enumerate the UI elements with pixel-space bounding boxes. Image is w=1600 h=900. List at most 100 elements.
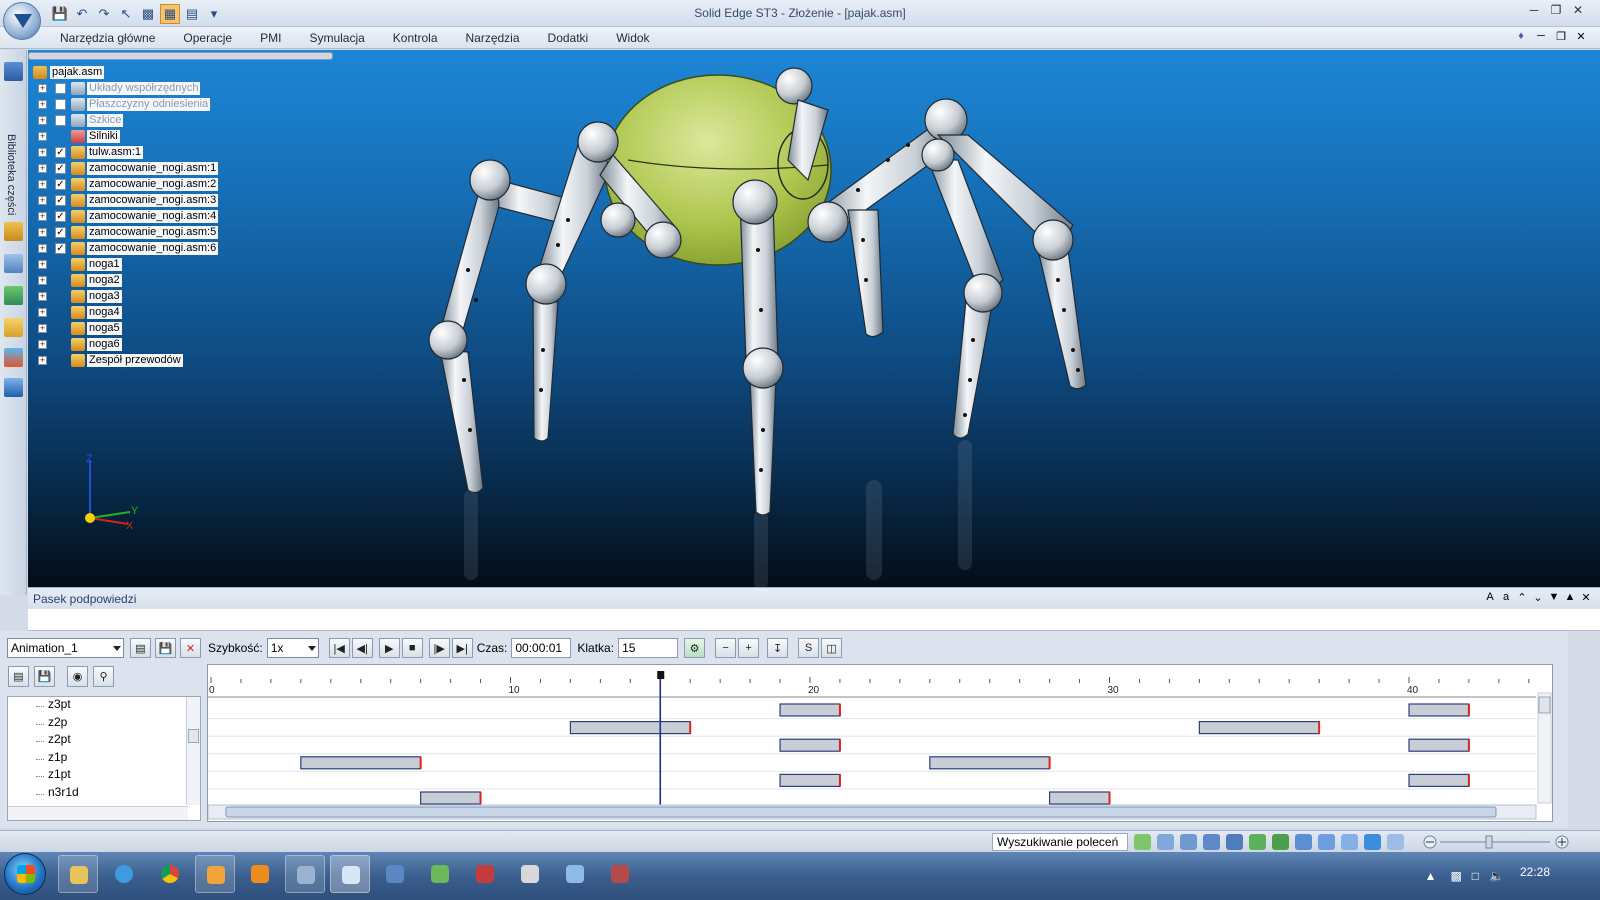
power-icon[interactable]: □ (1472, 869, 1479, 883)
volume-muted-icon[interactable]: 🔈 (1489, 869, 1504, 883)
go-to-end-icon[interactable]: ▶| (451, 638, 473, 658)
shaded-icon[interactable] (1364, 834, 1381, 850)
taskbar-clock[interactable]: 22:28 (1520, 865, 1550, 879)
motion-path-icon[interactable]: S (798, 638, 820, 658)
track-list-vscroll[interactable] (186, 697, 200, 805)
tree-root[interactable]: pajak.asm (32, 64, 218, 80)
tab-dodatki[interactable]: Dodatki (548, 31, 589, 45)
zoom-out-timeline-icon[interactable]: − (715, 638, 737, 658)
parts-library-tab[interactable]: Biblioteka części (5, 134, 17, 215)
visibility-checkbox[interactable]: ✓ (55, 162, 66, 174)
tree-item[interactable]: + Zespół przewodów (32, 352, 218, 368)
sensors-icon[interactable] (4, 286, 23, 305)
expand-icon[interactable]: + (38, 307, 47, 317)
search-icon[interactable]: ⚲ (93, 666, 114, 687)
sketch-view-icon[interactable] (1295, 834, 1312, 850)
tree-item[interactable]: + noga6 (32, 336, 218, 352)
animation-select[interactable]: Animation_1 (7, 638, 124, 658)
stop-icon[interactable]: ■ (401, 638, 423, 658)
spin-about-icon[interactable] (1272, 834, 1289, 850)
collapse-icon[interactable]: ⌄ (1532, 591, 1544, 604)
track-list-hscroll[interactable] (8, 806, 188, 820)
expand-icon[interactable]: + (38, 179, 47, 189)
tree-item[interactable]: + ✓ zamocowanie_nogi.asm:3 (32, 192, 219, 208)
tree-item[interactable]: + noga2 (32, 272, 218, 288)
track-row[interactable]: z1pt (8, 767, 200, 785)
doc-minimize-icon[interactable]: ─ (1534, 30, 1548, 43)
expand-icon[interactable]: + (38, 115, 47, 125)
tree-item[interactable]: + ✓ zamocowanie_nogi.asm:5 (32, 224, 219, 240)
taskbar-ie[interactable] (104, 855, 144, 893)
track-row[interactable]: z2p (8, 715, 200, 733)
visibility-checkbox[interactable] (55, 82, 66, 94)
visibility-checkbox[interactable] (55, 98, 66, 110)
play-icon[interactable]: ▶ (378, 638, 400, 658)
decrease-font-icon[interactable]: a (1500, 591, 1512, 604)
application-button[interactable] (3, 2, 41, 40)
taskbar-app-4[interactable] (195, 855, 235, 893)
taskbar-app-9[interactable] (420, 855, 460, 893)
engineering-reference-icon[interactable] (4, 378, 23, 397)
expand-icon[interactable]: + (38, 243, 47, 253)
tree-item[interactable]: + ✓ tulw.asm:1 (32, 144, 218, 160)
tab-symulacja[interactable]: Symulacja (309, 31, 364, 45)
tree-item[interactable]: + ✓ zamocowanie_nogi.asm:6 (32, 240, 219, 256)
select-tools-icon[interactable] (4, 318, 23, 337)
taskbar-explorer[interactable] (58, 855, 98, 893)
dock-icon[interactable]: ▲ (1564, 591, 1576, 604)
visibility-checkbox[interactable]: ✓ (55, 242, 66, 254)
pan-icon[interactable] (1226, 834, 1243, 850)
go-to-start-icon[interactable]: |◀ (328, 638, 350, 658)
expand-icon[interactable]: + (38, 163, 47, 173)
visible-edges-icon[interactable] (1387, 834, 1404, 850)
doc-close-icon[interactable]: ✕ (1574, 30, 1588, 43)
tab-kontrola[interactable]: Kontrola (393, 31, 438, 45)
refresh-icon[interactable] (1134, 834, 1151, 850)
visibility-checkbox[interactable]: ✓ (55, 146, 66, 158)
doc-restore-icon[interactable]: ❐ (1554, 30, 1568, 43)
feature-library-icon[interactable] (4, 348, 23, 367)
zoom-icon[interactable] (1180, 834, 1197, 850)
delete-animation-icon[interactable]: ✕ (180, 638, 201, 658)
new-animation-icon[interactable]: ▤ (130, 638, 151, 658)
network-icon[interactable]: ▩ (1450, 869, 1461, 883)
expand-icon[interactable]: + (38, 259, 47, 269)
taskbar-app-8[interactable] (375, 855, 415, 893)
visibility-checkbox[interactable] (55, 114, 66, 126)
fit-timeline-icon[interactable]: ↧ (767, 638, 789, 658)
help-book-icon[interactable]: ♦ (1514, 30, 1528, 43)
step-forward-icon[interactable]: |▶ (428, 638, 450, 658)
tree-item[interactable]: + noga4 (32, 304, 218, 320)
increase-font-icon[interactable]: A (1484, 591, 1496, 604)
expand-icon[interactable]: ⌃ (1516, 591, 1528, 604)
speed-select[interactable]: 1x (266, 638, 319, 658)
track-row[interactable]: z3pt (8, 697, 200, 715)
taskbar-app-11[interactable] (510, 855, 550, 893)
tree-item[interactable]: + noga1 (32, 256, 218, 272)
track-row[interactable]: z1p (8, 750, 200, 768)
save-animation-icon[interactable]: 💾 (155, 638, 176, 658)
tree-item[interactable]: + ✓ zamocowanie_nogi.asm:1 (32, 160, 219, 176)
tab-widok[interactable]: Widok (616, 31, 649, 45)
rotate-icon[interactable] (1249, 834, 1266, 850)
visibility-checkbox[interactable]: ✓ (55, 178, 66, 190)
pathfinder-icon[interactable] (4, 222, 23, 241)
tree-item[interactable]: + Silniki (32, 128, 218, 144)
expand-icon[interactable]: + (38, 355, 47, 365)
timeline-settings-icon[interactable]: ⚙ (684, 638, 706, 658)
tree-item[interactable]: + noga3 (32, 288, 218, 304)
tree-item[interactable]: + Płaszczyzny odniesienia (32, 96, 218, 112)
taskbar-app-13[interactable] (600, 855, 640, 893)
expand-icon[interactable]: + (38, 147, 47, 157)
tree-item[interactable]: + ✓ zamocowanie_nogi.asm:4 (32, 208, 219, 224)
expand-icon[interactable]: + (38, 195, 47, 205)
list-save-icon[interactable]: 💾 (34, 666, 55, 687)
camera-icon[interactable]: ◉ (67, 666, 88, 687)
tree-item[interactable]: + noga5 (32, 320, 218, 336)
taskbar-solid-edge[interactable] (330, 855, 370, 893)
taskbar-media[interactable] (240, 855, 280, 893)
tree-item[interactable]: + Szkice (32, 112, 218, 128)
visibility-checkbox[interactable]: ✓ (55, 226, 66, 238)
zoom-slider[interactable] (1422, 834, 1572, 850)
frame-field[interactable]: 15 (618, 638, 679, 658)
